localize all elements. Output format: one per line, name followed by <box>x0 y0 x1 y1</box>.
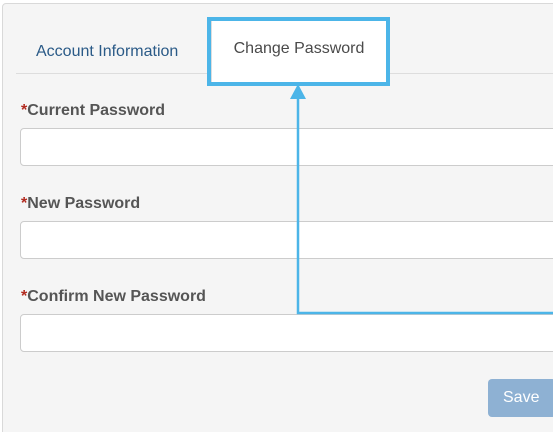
pointer-arrow <box>290 84 553 315</box>
pointer-line <box>296 98 553 315</box>
screenshot-stage: Account Information Change Password *Cur… <box>0 0 553 432</box>
arrow-up-icon <box>290 84 306 99</box>
